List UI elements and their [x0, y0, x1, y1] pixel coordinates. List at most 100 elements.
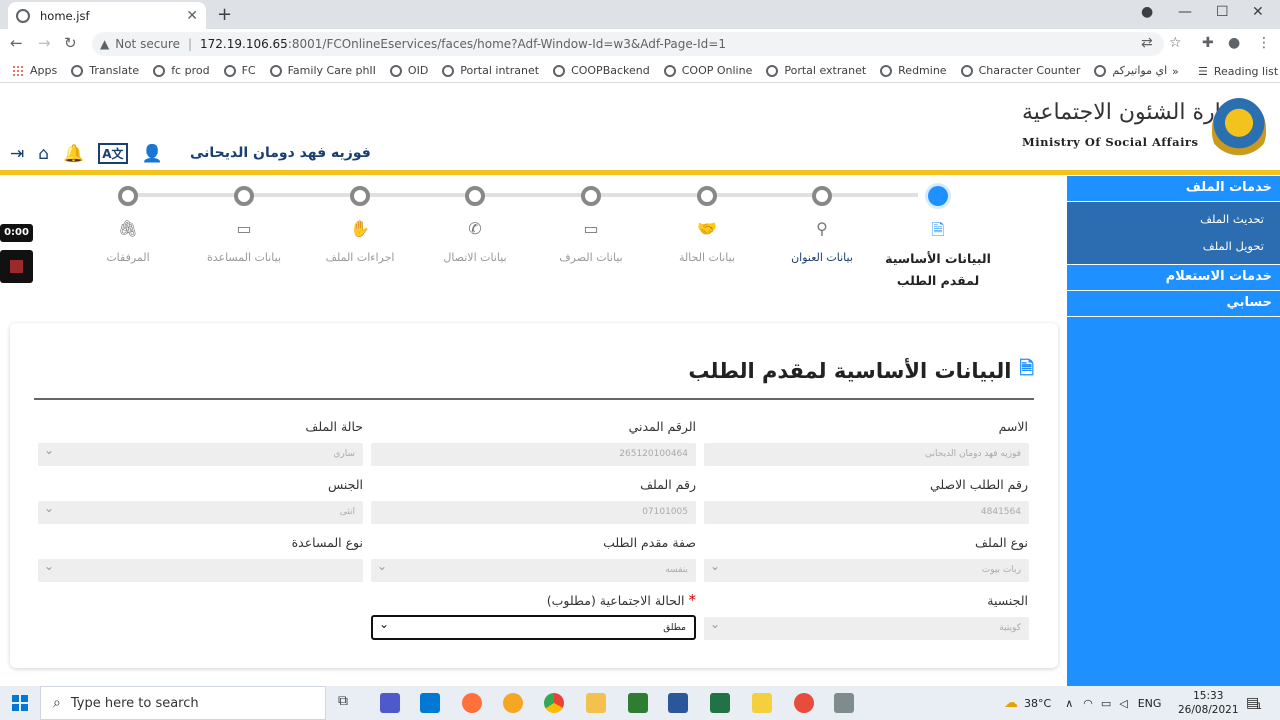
notifications-button[interactable]: ▤ 1	[1246, 686, 1262, 720]
user-icon[interactable]: 👤	[142, 144, 163, 164]
browser-tab[interactable]: home.jsf ✕	[8, 2, 206, 29]
aid-type-select[interactable]	[38, 559, 363, 582]
warning-icon: ▲	[100, 37, 110, 51]
taskbar-search[interactable]: ⌕ Type here to search	[40, 686, 326, 720]
chrome-icon[interactable]	[544, 693, 564, 713]
step-circle[interactable]	[350, 186, 370, 206]
volume-icon[interactable]: ◁	[1119, 697, 1127, 710]
reading-list-button[interactable]: ☰ Reading list	[1198, 59, 1278, 83]
gender-select[interactable]: انثى	[38, 501, 363, 524]
firefox-icon[interactable]	[462, 693, 482, 713]
bookmark-item[interactable]: COOP Online	[663, 64, 752, 77]
emblem-icon	[1212, 98, 1266, 160]
excel-icon[interactable]	[710, 693, 730, 713]
profile-dropdown-icon[interactable]: ●	[1141, 4, 1153, 20]
step-circle[interactable]	[465, 186, 485, 206]
sidebar-item-update-file[interactable]: تحديث الملف	[1067, 206, 1280, 233]
network-app-icon[interactable]	[794, 693, 814, 713]
social-status-select[interactable]: مطلق	[371, 615, 696, 640]
bell-icon[interactable]: 🔔	[63, 144, 84, 164]
step-label[interactable]: اجراءات الملف	[300, 251, 420, 264]
label-file-type: نوع الملف	[975, 535, 1028, 550]
wifi-icon[interactable]: ◠	[1083, 697, 1093, 710]
step-circle[interactable]	[234, 186, 254, 206]
extensions-icon[interactable]: ✚	[1202, 35, 1214, 51]
teams-icon[interactable]	[380, 693, 400, 713]
name-field: فوزيه فهد دومان الديحانى	[704, 443, 1029, 466]
nationality-select[interactable]: كويتية	[704, 617, 1029, 640]
bookmark-item[interactable]: Apps	[12, 64, 57, 77]
word-icon[interactable]	[668, 693, 688, 713]
file-status-select[interactable]: ساري	[38, 443, 363, 466]
media-icon[interactable]	[628, 693, 648, 713]
file-explorer-icon[interactable]	[586, 693, 606, 713]
language-icon[interactable]: A文	[98, 143, 128, 164]
step-circle[interactable]	[697, 186, 717, 206]
menu-icon[interactable]: ⋮	[1257, 35, 1271, 51]
windows-start-icon[interactable]	[12, 695, 28, 711]
step-label[interactable]: البيانات الأساسية لمقدم الطلب	[883, 248, 993, 292]
sidebar-section-file-services[interactable]: خدمات الملف	[1067, 176, 1280, 202]
remote-desktop-icon[interactable]	[834, 693, 854, 713]
bookmark-item[interactable]: Character Counter	[960, 64, 1080, 77]
close-window-button[interactable]: ✕	[1252, 4, 1264, 20]
translate-icon[interactable]: ⇄	[1141, 35, 1153, 51]
clock[interactable]: 15:33 26/08/2021	[1178, 689, 1239, 717]
step-label[interactable]: بيانات الحالة	[647, 251, 767, 264]
maximize-button[interactable]: ☐	[1216, 4, 1229, 20]
step-label[interactable]: بيانات العنوان	[762, 251, 882, 264]
tab-title: home.jsf	[40, 8, 90, 23]
logout-icon[interactable]: ⇥	[10, 144, 24, 164]
bookmark-item[interactable]: Translate	[71, 64, 139, 77]
step-label[interactable]: بيانات الاتصال	[415, 251, 535, 264]
language-indicator[interactable]: ENG	[1138, 697, 1162, 710]
close-tab-icon[interactable]: ✕	[186, 8, 198, 24]
browser-app-icon[interactable]	[503, 693, 523, 713]
weather-icon[interactable]: ☁	[1004, 695, 1018, 711]
step-circle[interactable]	[118, 186, 138, 206]
new-tab-button[interactable]: +	[217, 4, 232, 25]
bookmark-item[interactable]: FC	[223, 64, 256, 77]
bookmark-item[interactable]: Portal intranet	[442, 64, 539, 77]
step-label[interactable]: بيانات المساعدة	[184, 251, 304, 264]
sticky-notes-icon[interactable]	[752, 693, 772, 713]
tray-chevron-icon[interactable]: ∧	[1065, 697, 1073, 710]
bookmark-item[interactable]: Portal extranet	[766, 64, 866, 77]
back-icon[interactable]: ←	[10, 34, 23, 52]
address-bar[interactable]: ▲ Not secure | 172.19.106.65 :8001/FCOnl…	[92, 32, 1164, 56]
sidebar-section-account[interactable]: حسابي	[1067, 291, 1280, 317]
minimize-button[interactable]: —	[1178, 4, 1192, 20]
file-type-select[interactable]: ربات بيوت	[704, 559, 1029, 582]
step-circle[interactable]	[928, 186, 948, 206]
label-name: الاسم	[998, 419, 1028, 434]
forward-icon[interactable]: →	[38, 34, 51, 52]
step-label[interactable]: بيانات الصرف	[531, 251, 651, 264]
bookmark-icon	[153, 64, 166, 77]
applicant-role-select[interactable]: بنفسه	[371, 559, 696, 582]
bookmark-item[interactable]: Redmine	[880, 64, 947, 77]
reload-icon[interactable]: ↻	[64, 34, 77, 52]
home-icon[interactable]: ⌂	[38, 144, 49, 164]
star-icon[interactable]: ☆	[1169, 35, 1182, 51]
ministry-logo: وزارة الشئون الاجتماعية Ministry Of Soci…	[1020, 98, 1270, 164]
recorder-stop-button[interactable]	[0, 250, 33, 283]
apps-icon	[12, 64, 24, 77]
bookmark-item[interactable]: OID	[389, 64, 428, 77]
step-label[interactable]: المرفقات	[68, 251, 188, 264]
bookmarks-overflow-icon[interactable]: »	[1172, 59, 1179, 83]
file-icon: 🗎	[1019, 358, 1034, 379]
bookmark-item[interactable]: fc prod	[153, 64, 210, 77]
bookmark-item[interactable]: COOPBackend	[553, 64, 650, 77]
profile-icon[interactable]: ●	[1228, 35, 1240, 51]
battery-icon[interactable]: ▭	[1101, 697, 1111, 710]
task-view-icon[interactable]: ⧉	[338, 693, 358, 713]
bookmark-label: Portal extranet	[784, 64, 867, 77]
bookmark-item[interactable]: Family Care phII	[269, 64, 376, 77]
mail-icon[interactable]	[420, 693, 440, 713]
step-circle[interactable]	[812, 186, 832, 206]
bookmark-item[interactable]: اي مواتيركم	[1094, 64, 1167, 77]
sidebar-section-inquiry[interactable]: خدمات الاستعلام	[1067, 265, 1280, 291]
sidebar-item-transfer-file[interactable]: تحويل الملف	[1067, 233, 1280, 260]
step-circle[interactable]	[581, 186, 601, 206]
temperature[interactable]: 38°C	[1024, 697, 1051, 710]
